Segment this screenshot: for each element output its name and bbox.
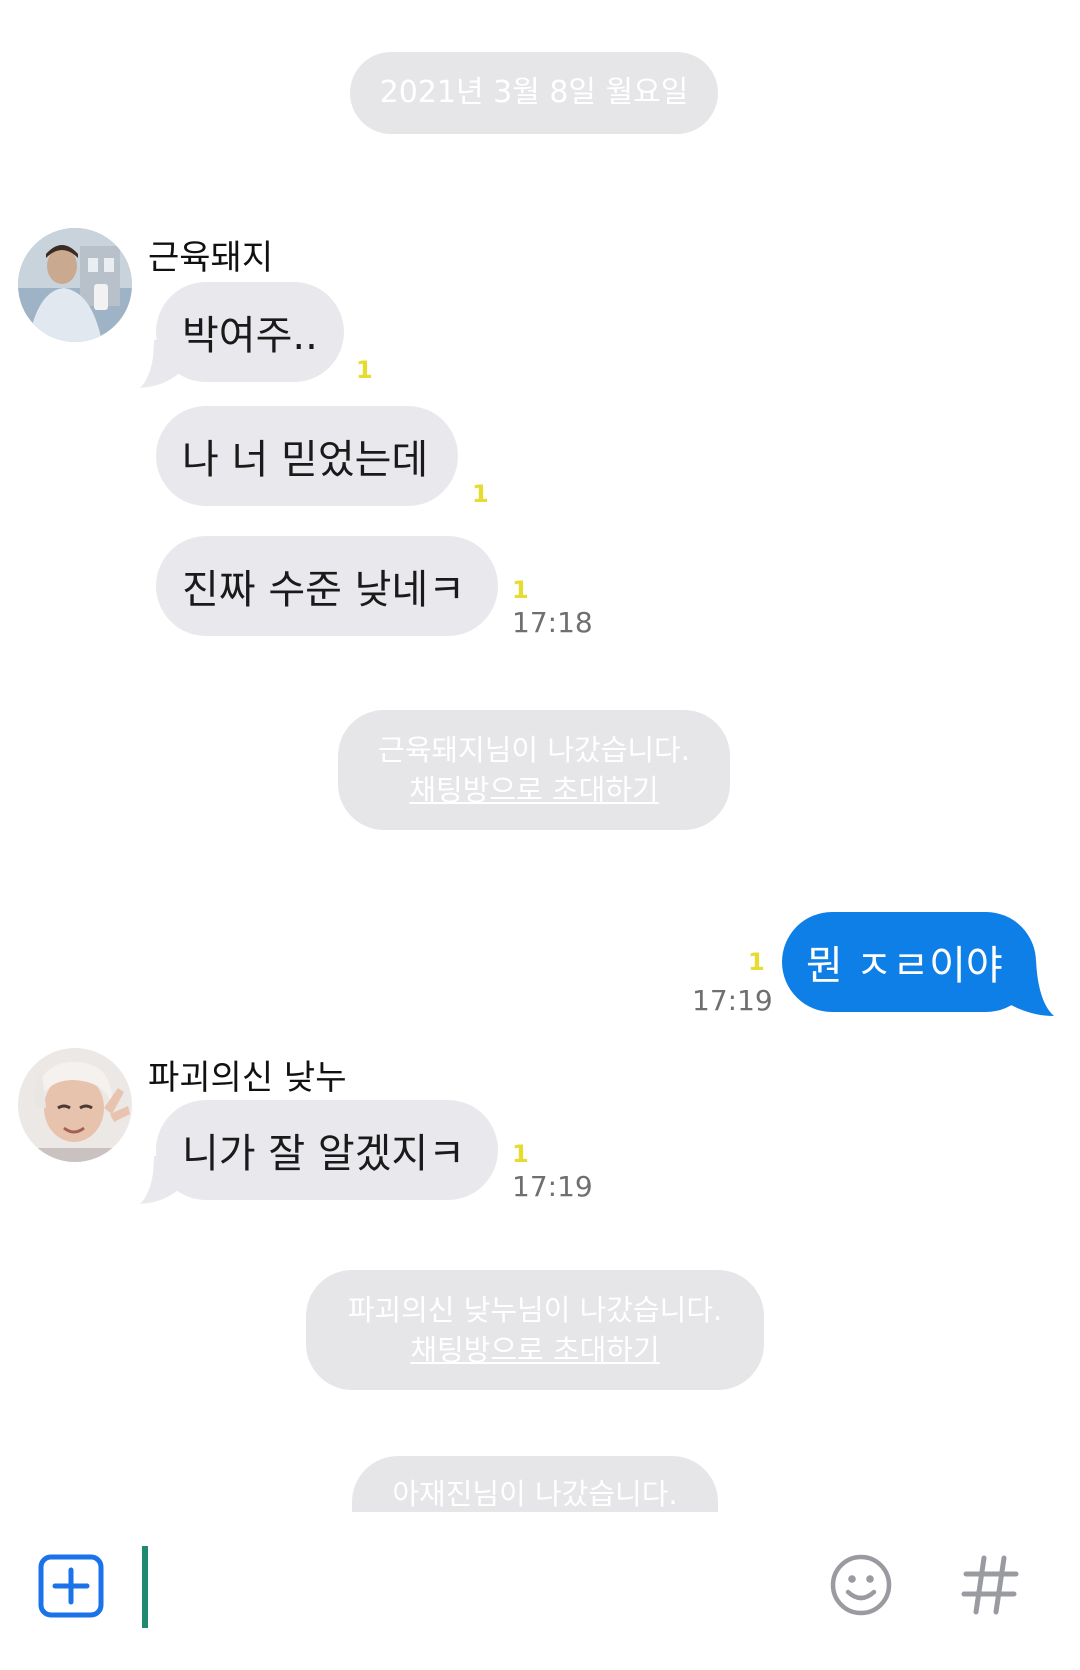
text-cursor [142, 1546, 148, 1628]
system-text: 파괴의신 낮누님이 나갔습니다. [347, 1293, 723, 1327]
my-message-bubble[interactable]: 뭔 ㅈㄹ이야 [782, 912, 1036, 1012]
hashtag-icon [961, 1555, 1019, 1615]
message-text: 니가 잘 알겠지ㅋ [182, 1131, 466, 1177]
date-separator: 2021년 3월 8일 월요일 [350, 52, 718, 134]
emoji-button[interactable] [828, 1552, 894, 1618]
unread-count: 1 [748, 948, 765, 976]
hashtag-button[interactable] [958, 1552, 1024, 1618]
timestamp: 17:18 [512, 606, 593, 639]
message-bubble[interactable]: 박여주.. [156, 282, 344, 382]
chat-area[interactable]: 2021년 3월 8일 월요일 근육돼지 박여주.. 1 나 너 믿었는데 1 … [0, 0, 1080, 1512]
unread-count: 1 [472, 480, 489, 508]
unread-count: 1 [512, 576, 529, 604]
system-message: 아재진님이 나갔습니다. [352, 1456, 718, 1512]
unread-count: 1 [512, 1140, 529, 1168]
avatar[interactable] [18, 228, 132, 342]
invite-link[interactable]: 채팅방으로 초대하기 [306, 1330, 764, 1370]
system-text: 아재진님이 나갔습니다. [392, 1477, 678, 1511]
message-bubble[interactable]: 니가 잘 알겠지ㅋ [156, 1100, 498, 1200]
sender-name: 파괴의신 낮누 [148, 1058, 347, 1098]
plus-box-icon [38, 1554, 104, 1618]
timestamp: 17:19 [512, 1170, 593, 1203]
message-text: 진짜 수준 낮네ㅋ [182, 567, 466, 613]
system-message: 근육돼지님이 나갔습니다. 채팅방으로 초대하기 [338, 710, 730, 830]
system-message: 파괴의신 낮누님이 나갔습니다. 채팅방으로 초대하기 [306, 1270, 764, 1390]
emoji-icon [830, 1554, 892, 1616]
message-text: 뭔 ㅈㄹ이야 [806, 943, 1003, 989]
message-input[interactable] [138, 1542, 788, 1638]
message-bubble[interactable]: 진짜 수준 낮네ㅋ [156, 536, 498, 636]
sender-name: 근육돼지 [148, 238, 274, 278]
message-input-bar [0, 1512, 1080, 1670]
avatar[interactable] [18, 1048, 132, 1162]
message-text: 박여주.. [182, 313, 318, 359]
system-text: 근육돼지님이 나갔습니다. [378, 733, 690, 767]
message-text: 나 너 믿었는데 [182, 437, 429, 483]
timestamp: 17:19 [692, 984, 773, 1017]
date-label: 2021년 3월 8일 월요일 [379, 75, 689, 110]
add-attachment-button[interactable] [38, 1554, 104, 1618]
unread-count: 1 [356, 356, 373, 384]
invite-link[interactable]: 채팅방으로 초대하기 [338, 770, 730, 810]
message-bubble[interactable]: 나 너 믿었는데 [156, 406, 458, 506]
